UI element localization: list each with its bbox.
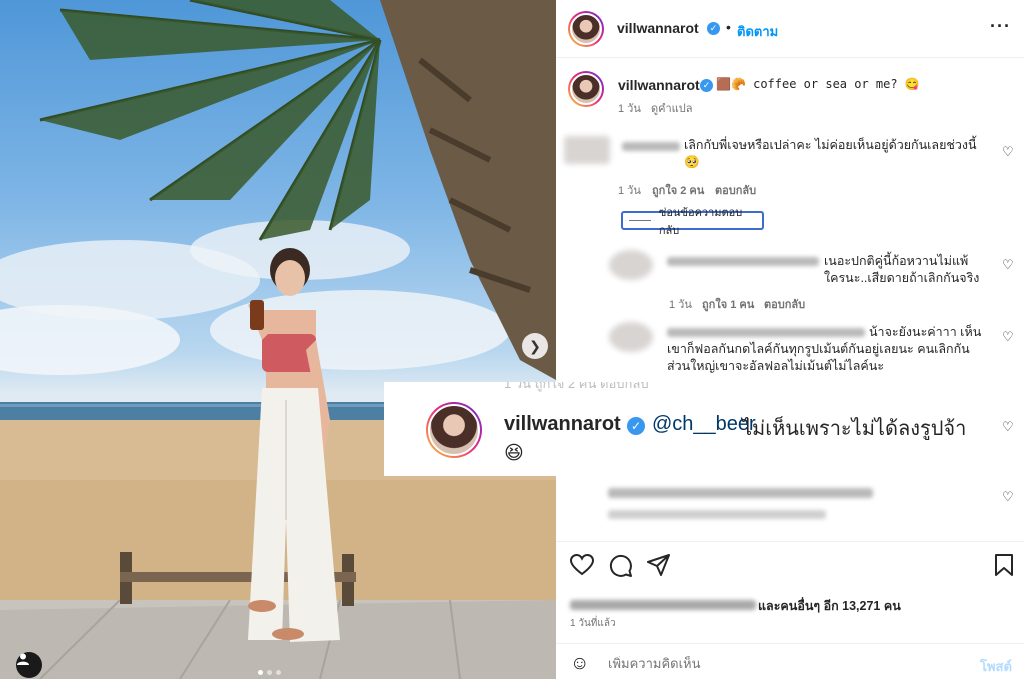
commenter-name: [622, 142, 680, 151]
tagged-users-button[interactable]: [16, 652, 42, 678]
avatar[interactable]: [426, 402, 482, 458]
zoom-reply-emoji: 😆: [504, 443, 524, 464]
post-time-ago: 1 วันที่แล้ว: [570, 618, 616, 629]
comment-text: เลิกกับพี่เจษหรือเปล่าคะ ไม่ค่อยเห็นอยู่…: [684, 138, 977, 169]
like-comment-icon[interactable]: ♡: [1002, 419, 1014, 435]
post-photo[interactable]: ❯: [0, 0, 556, 679]
verified-icon: ✓: [627, 417, 645, 435]
see-translation-link[interactable]: ดูคำแปล: [651, 99, 693, 117]
avatar: [609, 322, 653, 352]
zoomed-reply-overlay: 1 วัน ถูกใจ 2 คน ตอบกลับ villwannarot ✓ …: [384, 382, 1024, 476]
blurred-comment-line: [608, 510, 826, 519]
reply-text: เนอะปกติคู่นี้ก้อหวานไม่แพ้ใครนะ..เสียดา…: [824, 254, 980, 285]
next-photo-button[interactable]: ❯: [522, 333, 548, 359]
zoom-cut-text: 1 วัน ถูกใจ 2 คน ตอบกลับ: [384, 382, 1024, 394]
post-detail-panel: villwannarot ✓ • ติดตาม ··· villwannarot…: [556, 0, 1024, 679]
user-icon: [17, 653, 29, 665]
comment-bar: ☺ โพสต์: [556, 643, 1024, 679]
commenter-name: [667, 257, 819, 266]
like-comment-icon[interactable]: ♡: [1002, 329, 1014, 345]
caption-time: 1 วัน: [618, 103, 641, 115]
hide-replies-label: ซ่อนข้อความตอบกลับ: [658, 206, 743, 237]
reply-button[interactable]: ตอบกลับ: [764, 295, 805, 313]
separator-dot: •: [726, 19, 731, 35]
like-comment-icon[interactable]: ♡: [1002, 257, 1014, 273]
comment-likes[interactable]: ถูกใจ 2 คน: [652, 181, 704, 199]
post-comment-button[interactable]: โพสต์: [980, 656, 1012, 677]
caption-text: 🟫🥐 coffee or sea or me? 😋: [716, 77, 920, 91]
carousel-dot: [258, 670, 263, 675]
save-icon[interactable]: [994, 554, 1014, 576]
more-icon[interactable]: ···: [990, 16, 1011, 37]
comment-time: 1 วัน: [618, 185, 641, 197]
heart-icon[interactable]: [570, 554, 594, 576]
avatar[interactable]: [568, 11, 604, 47]
zoom-username[interactable]: villwannarot: [504, 413, 621, 436]
like-comment-icon[interactable]: ♡: [1002, 144, 1014, 160]
divider: [629, 220, 651, 221]
mention-link[interactable]: @ch__beer: [652, 413, 756, 436]
liked-by-blurred: [570, 600, 756, 610]
emoji-icon[interactable]: ☺: [570, 653, 589, 675]
like-comment-icon[interactable]: ♡: [1002, 489, 1014, 505]
post-header: villwannarot ✓ • ติดตาม ···: [556, 0, 1024, 58]
carousel-dot: [267, 670, 272, 675]
verified-icon: ✓: [707, 22, 720, 35]
add-comment-input[interactable]: [608, 656, 968, 671]
verified-icon: ✓: [700, 79, 713, 92]
follow-button[interactable]: ติดตาม: [737, 21, 778, 42]
chevron-right-icon: ❯: [529, 337, 541, 354]
zoom-cut-text-label: 1 วัน ถูกใจ 2 คน ตอบกลับ: [504, 382, 649, 391]
carousel-indicator: [258, 670, 281, 675]
header-username[interactable]: villwannarot: [617, 20, 699, 36]
blurred-comment-line: [608, 488, 873, 498]
avatar: [564, 136, 610, 164]
hide-replies-button[interactable]: ซ่อนข้อความตอบกลับ: [621, 207, 764, 237]
likes-count[interactable]: และคนอื่นๆ อีก 13,271 คน: [758, 596, 901, 616]
zoom-reply-text: ไม่เห็นเพราะไม่ได้ลงรูปจ้า: [742, 418, 967, 440]
reply-text: น้าจะยังนะค่าาา เห็นเขาก็ฟอลกันกดไลค์กัน…: [667, 325, 982, 373]
reply-likes[interactable]: ถูกใจ 1 คน: [702, 295, 754, 313]
reply-button[interactable]: ตอบกลับ: [715, 181, 756, 199]
comment-icon[interactable]: [609, 554, 633, 578]
share-icon[interactable]: [647, 554, 671, 576]
beach-photo-illustration: [0, 0, 556, 679]
caption-username[interactable]: villwannarot: [618, 77, 700, 93]
avatar[interactable]: [568, 71, 604, 107]
reply-time: 1 วัน: [669, 299, 692, 311]
carousel-dot: [276, 670, 281, 675]
avatar: [609, 250, 653, 280]
